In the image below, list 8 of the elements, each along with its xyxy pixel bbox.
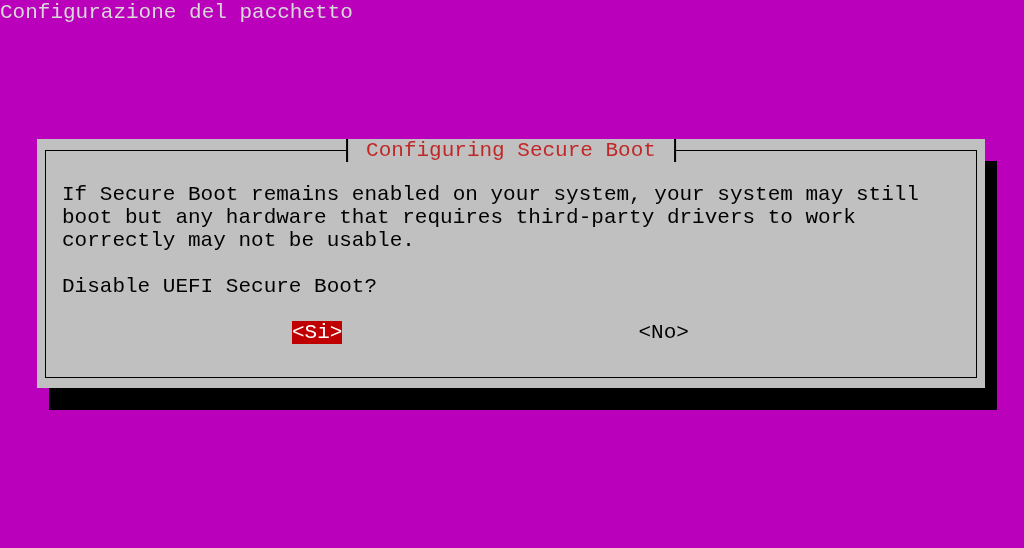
message-line: boot but any hardware that requires third-party drivers to work: [62, 206, 857, 229]
dialog-title: Configuring Secure Boot: [346, 139, 676, 162]
screen-title: Configurazione del pacchetto: [0, 1, 353, 24]
question-text: Disable UEFI Secure Boot?: [62, 275, 379, 298]
dialog-button[interactable]: <No>: [638, 321, 689, 344]
dialog-button[interactable]: <Si>: [292, 321, 343, 344]
message-line: correctly may not be usable.: [62, 229, 416, 252]
message-line: If Secure Boot remains enabled on your system, your system may still: [62, 183, 920, 206]
